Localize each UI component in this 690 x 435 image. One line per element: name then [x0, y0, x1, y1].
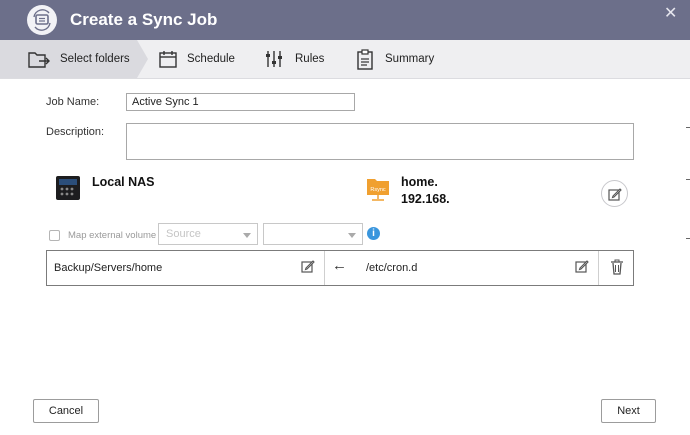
- description-input[interactable]: [126, 123, 634, 160]
- tab-rules[interactable]: Rules: [260, 40, 340, 78]
- window-title: Create a Sync Job: [70, 10, 218, 29]
- edit-source-icon[interactable]: [301, 259, 315, 278]
- folder-sync-icon: [27, 49, 51, 76]
- sync-app-icon: [27, 5, 57, 35]
- tab-label: Summary: [385, 53, 435, 65]
- chevron-down-icon: [243, 233, 251, 238]
- map-external-label: Map external volume: [68, 230, 157, 241]
- close-icon[interactable]: ✕: [664, 3, 677, 23]
- sliders-icon: [264, 49, 284, 74]
- source-select[interactable]: Source: [158, 223, 258, 245]
- tab-select-folders[interactable]: Select folders: [0, 40, 140, 78]
- destination-folder-path: /etc/cron.d: [366, 262, 418, 274]
- source-select-value: Source: [166, 228, 201, 240]
- edit-icon: [608, 188, 622, 201]
- job-name-label: Job Name:: [46, 96, 100, 108]
- title-bar: Create a Sync Job ✕: [0, 0, 690, 40]
- tab-summary[interactable]: Summary: [352, 40, 452, 78]
- volume-select[interactable]: [263, 223, 363, 245]
- tab-schedule[interactable]: Schedule: [150, 40, 250, 78]
- chevron-down-icon: [348, 233, 356, 238]
- background-edge-mark: [686, 179, 690, 180]
- remote-host-name: home.: [401, 175, 438, 189]
- direction-arrow-icon: ←: [332, 257, 347, 274]
- wizard-tabs: Select folders Schedule Rules Summary: [0, 40, 690, 79]
- tab-label: Select folders: [60, 53, 130, 65]
- rsync-badge-text: Rsync: [370, 187, 386, 193]
- edit-destination-icon[interactable]: [575, 259, 589, 278]
- info-icon[interactable]: i: [367, 227, 380, 240]
- folder-pair-row: Backup/Servers/home ← /etc/cron.d: [46, 250, 634, 286]
- tab-label: Rules: [295, 53, 325, 65]
- map-external-checkbox[interactable]: [49, 230, 60, 241]
- local-nas-icon: [56, 176, 80, 200]
- column-divider: [324, 251, 325, 285]
- source-folder-path: Backup/Servers/home: [54, 262, 163, 274]
- tab-label: Schedule: [187, 53, 235, 65]
- trash-icon[interactable]: [610, 259, 624, 280]
- background-edge-mark: [686, 127, 690, 128]
- next-button[interactable]: Next: [601, 399, 656, 423]
- rsync-folder-icon: Rsync: [366, 176, 390, 202]
- background-edge-mark: [686, 238, 690, 239]
- local-nas-label: Local NAS: [92, 175, 155, 189]
- cancel-button[interactable]: Cancel: [33, 399, 99, 423]
- edit-remote-button[interactable]: [601, 180, 628, 207]
- clipboard-icon: [355, 49, 375, 76]
- column-divider: [598, 251, 599, 285]
- remote-host-ip: 192.168.: [401, 192, 450, 206]
- description-label: Description:: [46, 126, 105, 138]
- calendar-icon: [158, 49, 178, 74]
- job-name-input[interactable]: Active Sync 1: [126, 93, 355, 111]
